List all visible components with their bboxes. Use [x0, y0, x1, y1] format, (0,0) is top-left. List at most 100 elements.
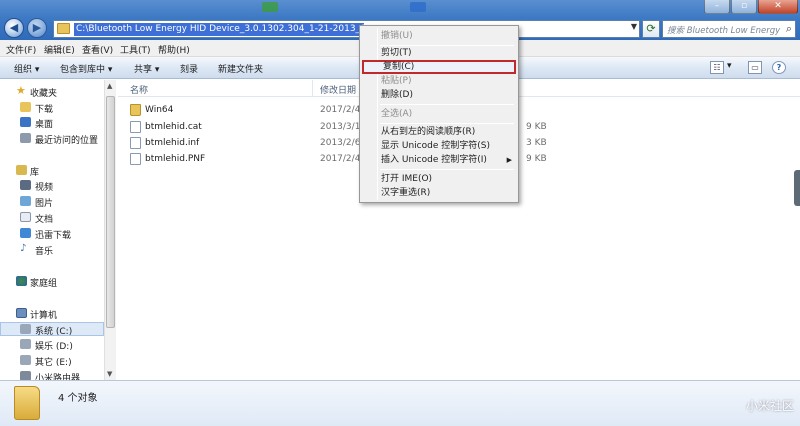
downloads-icon: [20, 102, 31, 112]
scrollbar-thumb[interactable]: [106, 96, 115, 328]
search-placeholder: 搜索 Bluetooth Low Energy HID Devi...: [667, 26, 781, 36]
nav-label: 最近访问的位置: [35, 136, 99, 146]
nav-recent[interactable]: 最近访问的位置: [0, 132, 104, 146]
close-button[interactable]: ✕: [758, 0, 798, 14]
menu-item-delete[interactable]: 删除(D): [362, 88, 516, 102]
search-icon[interactable]: ⌕: [786, 22, 792, 36]
minimize-icon: –: [714, 1, 720, 11]
menu-item-rtl[interactable]: 从右到左的阅读顺序(R): [362, 125, 516, 139]
navigation-pane: ★ 收藏夹 下载 桌面 最近访问的位置 库 视频 图片 文档 迅雷下载 ♪ 音乐…: [0, 80, 116, 384]
menu-item-reconversion[interactable]: 汉字重选(R): [362, 186, 516, 200]
search-box[interactable]: 搜索 Bluetooth Low Energy HID Devi... ⌕: [662, 20, 796, 38]
forward-button[interactable]: ▶: [27, 18, 47, 38]
thunder-download-icon: [20, 228, 31, 238]
address-path[interactable]: C:\Bluetooth Low Energy HID Device_3.0.1…: [74, 23, 364, 36]
nav-videos[interactable]: 视频: [0, 179, 104, 193]
nav-label: 系统 (C:): [35, 327, 73, 337]
refresh-icon: ⟳: [646, 22, 656, 35]
file-name: Win64: [145, 105, 174, 115]
help-icon[interactable]: ?: [772, 61, 786, 74]
file-date: 2013/2/6: [320, 138, 361, 148]
catalog-file-icon: [130, 121, 141, 133]
menu-tools[interactable]: 工具(T): [120, 43, 151, 56]
burn-button[interactable]: 刻录: [180, 62, 198, 75]
nav-drive-d[interactable]: 娱乐 (D:): [0, 338, 104, 352]
computer-icon: [16, 308, 27, 318]
desktop-icon: [20, 117, 31, 127]
menu-item-cut[interactable]: 剪切(T): [362, 46, 516, 60]
forward-arrow-icon: ▶: [32, 21, 42, 34]
taskbar-thumb-deco: [410, 2, 426, 12]
nav-homegroup[interactable]: 家庭组: [0, 275, 104, 289]
item-count: 4 个对象: [58, 393, 98, 404]
nav-label: 其它 (E:): [35, 358, 72, 368]
nav-music[interactable]: ♪ 音乐: [0, 243, 104, 257]
file-icon: [130, 153, 141, 165]
setup-info-file-icon: [130, 137, 141, 149]
nav-favorites[interactable]: ★ 收藏夹: [0, 84, 104, 99]
column-name[interactable]: 名称: [130, 83, 148, 96]
nav-label: 桌面: [35, 120, 54, 130]
menu-item-open-ime[interactable]: 打开 IME(O): [362, 172, 516, 186]
taskbar-thumb-deco: [262, 2, 278, 12]
nav-label: 视频: [35, 183, 54, 193]
menu-separator: [380, 104, 514, 105]
file-size: 3 KB: [526, 138, 547, 148]
nav-label: 迅雷下载: [35, 231, 72, 241]
minimize-button[interactable]: –: [704, 0, 730, 14]
refresh-button[interactable]: ⟳: [642, 20, 660, 38]
address-dropdown-icon[interactable]: ▼: [631, 22, 637, 31]
scroll-up-icon[interactable]: ▲: [107, 82, 112, 90]
share-button[interactable]: 共享 ▾: [134, 62, 159, 75]
file-date: 2013/3/1: [320, 122, 361, 132]
nav-drive-c[interactable]: 系统 (C:): [0, 322, 104, 337]
menu-item-undo: 撤销(U): [381, 31, 413, 41]
nav-label: 文档: [35, 215, 54, 225]
file-date: 2017/2/4: [320, 105, 361, 115]
edge-handle: [794, 170, 800, 206]
maximize-icon: ▫: [740, 1, 748, 11]
menu-help[interactable]: 帮助(H): [158, 43, 190, 56]
details-pane: 4 个对象: [0, 380, 800, 426]
nav-label: 收藏夹: [30, 89, 58, 99]
back-button[interactable]: ◀: [4, 18, 24, 38]
file-name: btmlehid.PNF: [145, 154, 206, 164]
menu-item-show-unicode[interactable]: 显示 Unicode 控制字符(S): [362, 139, 516, 153]
back-arrow-icon: ◀: [9, 21, 19, 34]
maximize-button[interactable]: ▫: [731, 0, 757, 14]
nav-desktop[interactable]: 桌面: [0, 116, 104, 130]
column-modified[interactable]: 修改日期: [320, 83, 356, 96]
menu-item-copy[interactable]: 复制(C): [362, 60, 516, 74]
sidebar-scrollbar[interactable]: ▲ ▼: [104, 80, 116, 380]
nav-label: 音乐: [35, 247, 54, 257]
nav-downloads[interactable]: 下载: [0, 101, 104, 115]
menu-item-insert-unicode[interactable]: 插入 Unicode 控制字符(I): [362, 153, 516, 167]
file-size: 9 KB: [526, 122, 547, 132]
video-icon: [20, 180, 31, 190]
submenu-arrow-icon: ▶: [506, 156, 512, 164]
organize-button[interactable]: 组织 ▾: [14, 62, 39, 75]
scroll-down-icon[interactable]: ▼: [107, 370, 112, 378]
preview-pane-icon[interactable]: ▭: [748, 61, 762, 74]
menu-separator: [380, 169, 514, 170]
nav-documents[interactable]: 文档: [0, 211, 104, 225]
close-icon: ✕: [774, 1, 782, 11]
nav-pictures[interactable]: 图片: [0, 195, 104, 209]
nav-libraries[interactable]: 库: [0, 164, 104, 178]
view-dropdown-icon[interactable]: ▾: [727, 61, 732, 71]
menu-file[interactable]: 文件(F): [6, 43, 36, 56]
nav-computer[interactable]: 计算机: [0, 307, 104, 321]
view-options-icon[interactable]: ☷: [710, 61, 724, 74]
menu-view[interactable]: 查看(V): [82, 43, 113, 56]
include-library-button[interactable]: 包含到库中 ▾: [60, 62, 112, 75]
nav-thunder[interactable]: 迅雷下载: [0, 227, 104, 241]
new-folder-button[interactable]: 新建文件夹: [218, 62, 263, 75]
menu-separator: [380, 123, 514, 124]
menu-edit[interactable]: 编辑(E): [44, 43, 75, 56]
address-bar[interactable]: C:\Bluetooth Low Energy HID Device_3.0.1…: [53, 20, 640, 38]
nav-drive-e[interactable]: 其它 (E:): [0, 354, 104, 368]
folder-large-icon: [14, 386, 40, 420]
column-separator[interactable]: [312, 80, 313, 97]
context-menu: 撤销(U) 剪切(T) 复制(C) 粘贴(P) 删除(D) 全选(A) 从右到左…: [359, 25, 519, 203]
watermark: 小米社区: [746, 399, 795, 413]
